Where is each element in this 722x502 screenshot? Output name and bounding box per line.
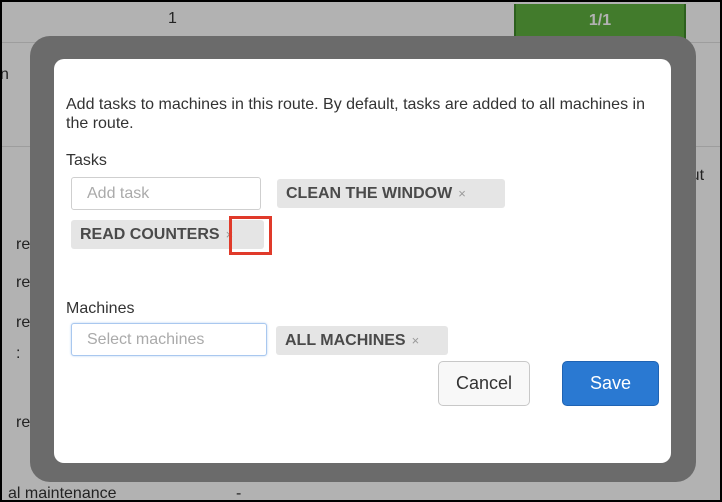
tag-label: READ COUNTERS bbox=[80, 226, 220, 243]
add-task-input[interactable]: Add task bbox=[71, 177, 261, 210]
remove-tag-icon[interactable]: × bbox=[412, 333, 420, 348]
select-machines-input[interactable]: Select machines bbox=[71, 323, 267, 356]
cancel-button[interactable]: Cancel bbox=[438, 361, 530, 406]
machines-label: Machines bbox=[66, 300, 135, 317]
tag-label: CLEAN THE WINDOW bbox=[286, 185, 453, 202]
tag-label: ALL MACHINES bbox=[285, 332, 406, 349]
dialog-description: Add tasks to machines in this route. By … bbox=[66, 96, 645, 132]
machine-tag-all-machines: ALL MACHINES × bbox=[276, 326, 448, 355]
add-tasks-dialog: Add tasks to machines in this route. By … bbox=[54, 59, 671, 463]
tasks-label: Tasks bbox=[66, 152, 107, 169]
screen: 1 1/1 n nce s rout refil refil refil : r… bbox=[0, 0, 722, 502]
highlight-box bbox=[229, 216, 272, 255]
remove-tag-icon[interactable]: × bbox=[458, 186, 466, 201]
save-button[interactable]: Save bbox=[562, 361, 659, 406]
task-tag-clean-the-window: CLEAN THE WINDOW × bbox=[277, 179, 505, 208]
